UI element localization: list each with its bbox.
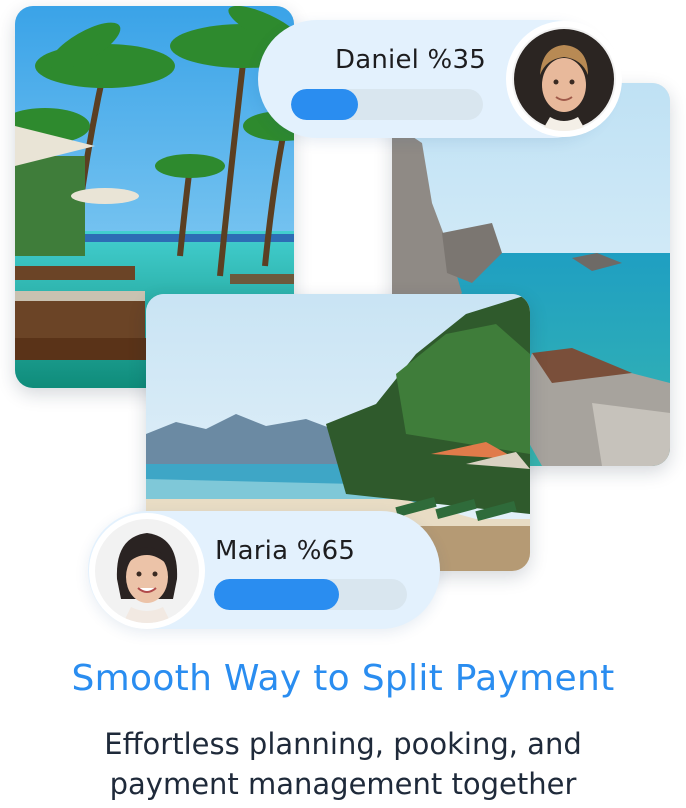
daniel-progress-bar (291, 89, 483, 120)
daniel-payment-card: Daniel %35 (258, 20, 616, 138)
daniel-name-label: Daniel %35 (335, 45, 486, 75)
subline: Effortless planning, pooking, and paymen… (0, 724, 686, 804)
daniel-progress-fill (291, 89, 359, 120)
maria-payment-card: Maria %65 (88, 511, 440, 629)
maria-name-label: Maria %65 (215, 536, 356, 566)
maria-avatar (95, 519, 199, 623)
maria-progress-bar (214, 579, 407, 610)
subline-line-1: Effortless planning, pooking, and (104, 727, 582, 761)
subline-line-2: payment management together (109, 767, 577, 801)
maria-progress-fill (214, 579, 340, 610)
daniel-avatar (512, 27, 616, 131)
headline: Smooth Way to Split Payment (71, 658, 615, 699)
